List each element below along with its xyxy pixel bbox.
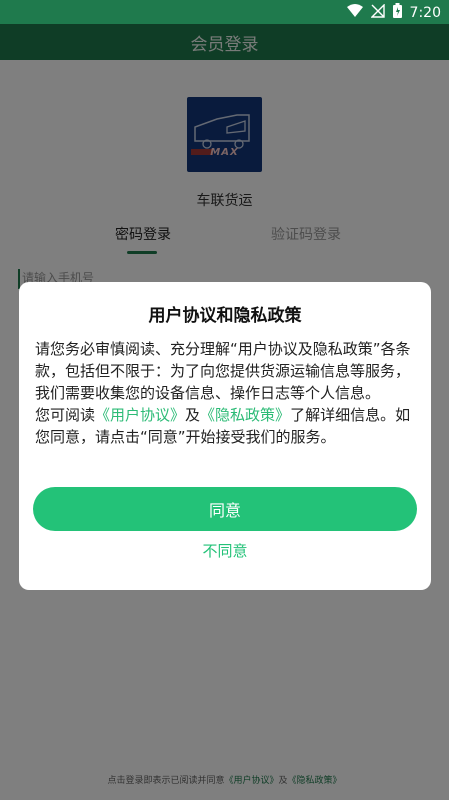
- status-bar: 7:20: [0, 0, 449, 24]
- dialog-title: 用户协议和隐私政策: [148, 306, 302, 326]
- battery-icon: [392, 3, 402, 22]
- signal-off-icon: [369, 2, 385, 22]
- wifi-icon: [346, 3, 363, 22]
- agree-button[interactable]: 同意: [33, 487, 417, 531]
- dialog-privacy-policy-link[interactable]: 《隐私政策》: [200, 406, 290, 424]
- status-time: 7:20: [409, 4, 441, 21]
- dialog-paragraph-2-prefix: 您可阅读: [35, 406, 96, 424]
- privacy-dialog: 用户协议和隐私政策 请您务必审慎阅读、充分理解“用户协议及隐私政策”各条款，包括…: [19, 282, 431, 590]
- dialog-paragraph-1: 请您务必审慎阅读、充分理解“用户协议及隐私政策”各条款，包括但不限于：为了向您提…: [35, 340, 411, 402]
- disagree-button[interactable]: 不同意: [19, 540, 431, 561]
- status-icons: 7:20: [346, 2, 441, 22]
- dialog-user-agreement-link[interactable]: 《用户协议》: [95, 406, 185, 424]
- dialog-body: 请您务必审慎阅读、充分理解“用户协议及隐私政策”各条款，包括但不限于：为了向您提…: [35, 338, 417, 448]
- dialog-and: 及: [185, 406, 201, 424]
